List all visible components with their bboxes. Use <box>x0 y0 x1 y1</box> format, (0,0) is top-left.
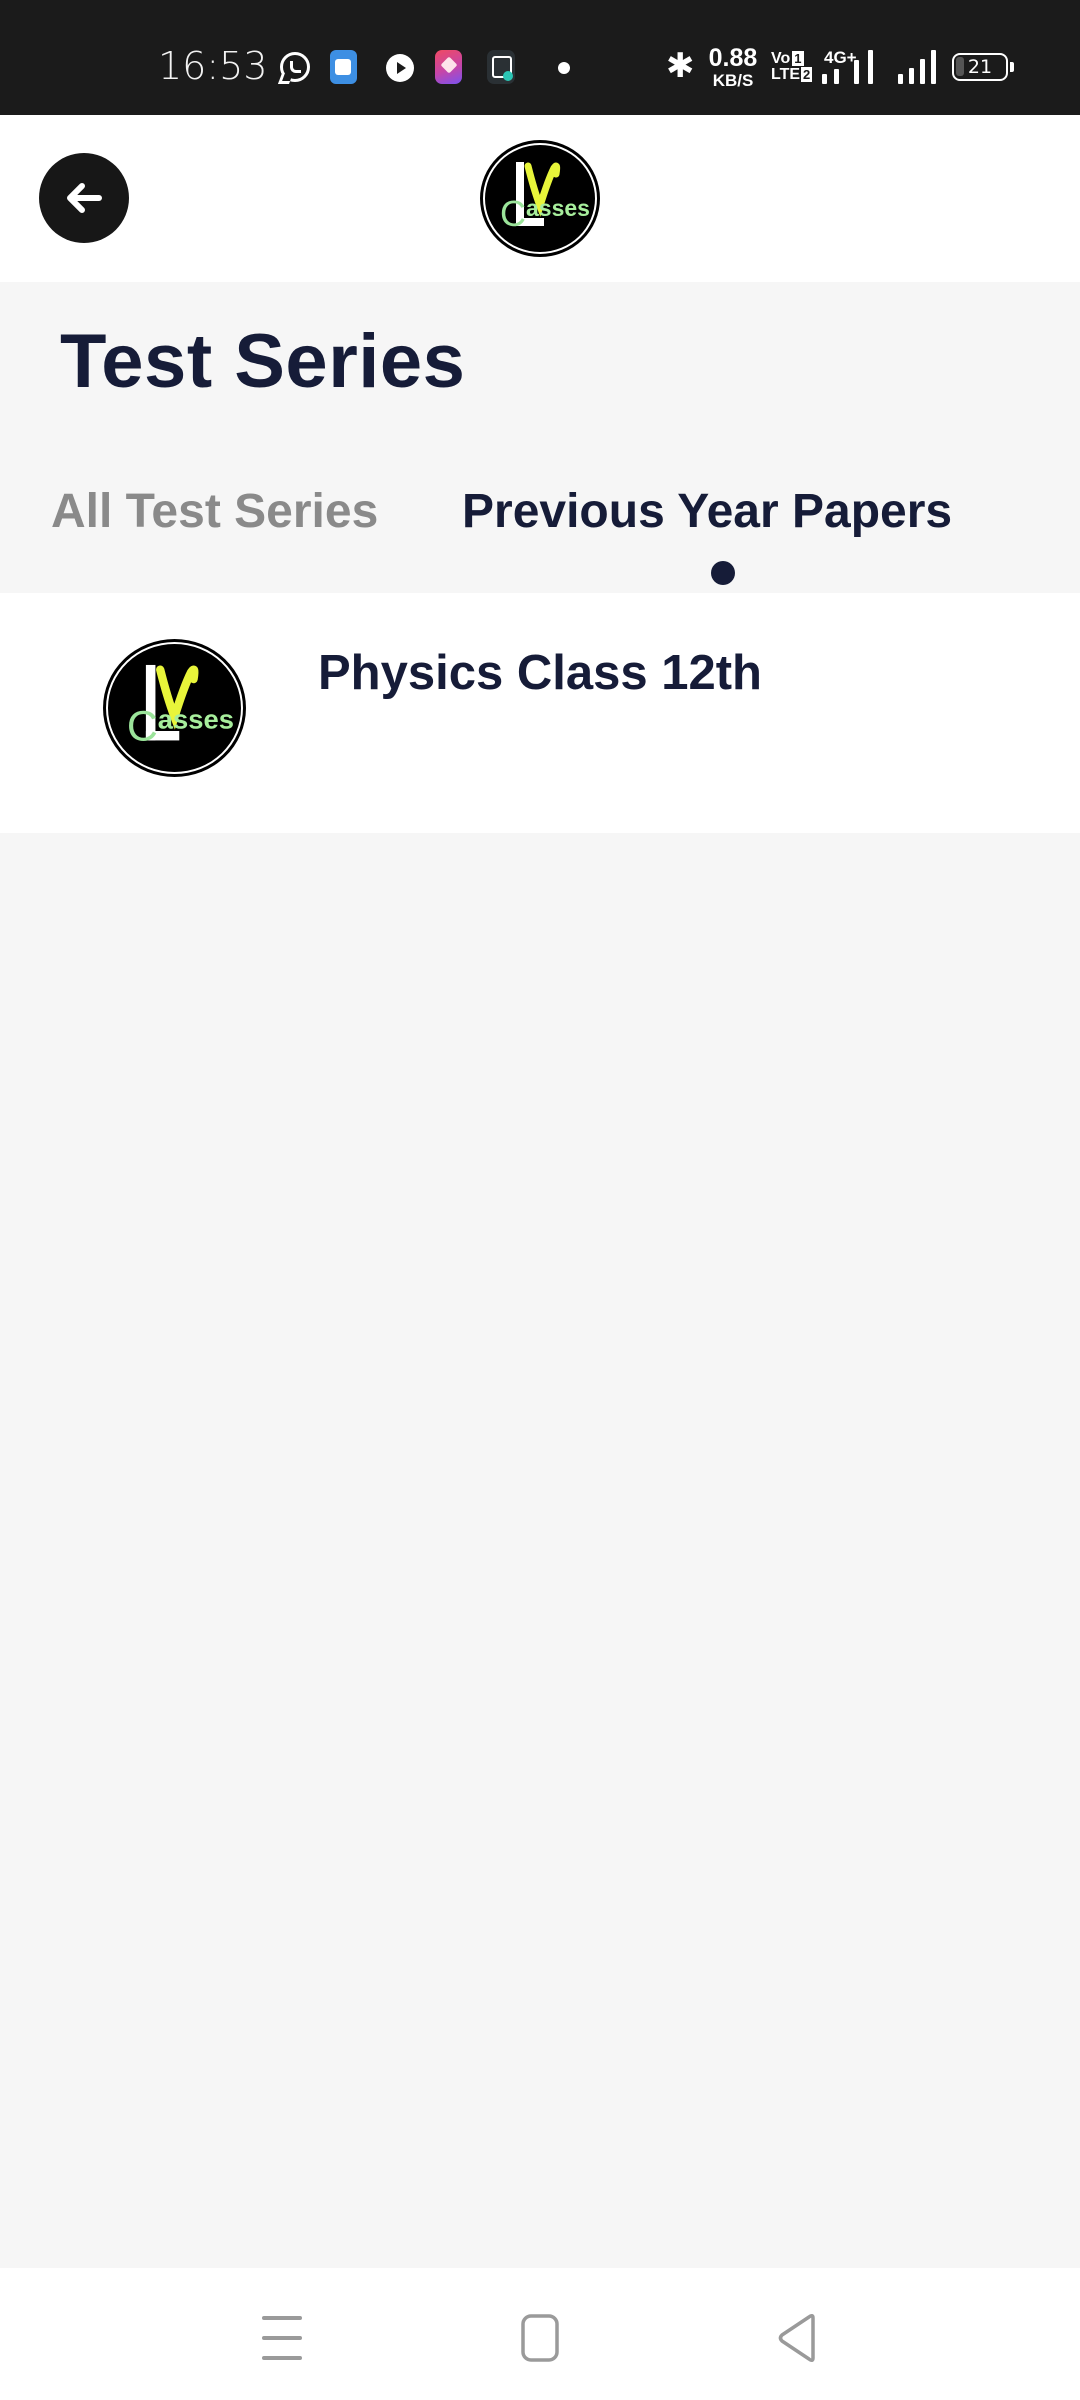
tab-previous-year-papers[interactable]: Previous Year Papers <box>462 484 952 539</box>
back-button[interactable] <box>39 153 129 243</box>
series-list-item[interactable]: C asses Physics Class 12th <box>0 593 1080 833</box>
signal-bar <box>920 59 925 84</box>
bluetooth-icon: ✱ <box>666 46 695 86</box>
triangle-back-icon <box>778 2313 815 2363</box>
battery-level: 21 <box>967 56 993 78</box>
system-nav-bar <box>0 2268 1080 2400</box>
logo-c: C <box>127 703 158 751</box>
active-tab-indicator <box>711 561 735 585</box>
signal-icon <box>896 48 938 84</box>
logo-mark: C asses <box>127 664 234 751</box>
battery-icon: 21 <box>952 53 1014 81</box>
jiosaavn-icon <box>487 50 515 84</box>
series-title: Physics Class 12th <box>318 646 762 700</box>
volte-line2: LTE <box>771 66 801 83</box>
more-notifications-dot-icon <box>558 62 570 74</box>
pinned-app-icon <box>435 50 462 84</box>
series-logo: C asses <box>103 639 246 777</box>
status-time: 16:53 <box>158 44 268 88</box>
volte-icon: Vo 1 LTE 2 <box>771 50 813 83</box>
system-back-button[interactable] <box>768 2308 828 2368</box>
logo-asses: asses <box>158 704 234 735</box>
network-speed-unit: KB/S <box>712 71 754 90</box>
arrow-left-icon <box>67 183 102 213</box>
recents-button[interactable] <box>252 2308 312 2368</box>
network-speed-value: 0.88 <box>708 44 758 72</box>
signal-bar <box>822 74 827 84</box>
network-type: 4G+ <box>824 48 857 67</box>
app-header: C asses <box>0 115 1080 282</box>
signal-bar <box>834 69 839 84</box>
volte-line1: Vo <box>771 50 791 67</box>
menu-lines-icon <box>262 2316 302 2360</box>
logo-mark: C asses <box>500 162 590 234</box>
logo-c: C <box>500 193 526 234</box>
app-logo: C asses <box>480 140 600 257</box>
square-icon <box>521 2314 559 2362</box>
whatsapp-icon <box>280 52 310 82</box>
title-section: Test Series All Test Series Previous Yea… <box>0 282 1080 593</box>
tab-all-test-series[interactable]: All Test Series <box>51 484 378 539</box>
signal-bar <box>931 50 936 84</box>
home-button[interactable] <box>510 2308 570 2368</box>
signal-4g-icon: 4G+ <box>820 48 882 84</box>
network-speed: 0.88 KB/S <box>705 44 761 90</box>
page-title: Test Series <box>60 319 466 404</box>
play-icon <box>386 54 414 82</box>
signal-bar <box>898 74 903 84</box>
sim1-badge: 1 <box>792 51 804 66</box>
sim2-badge: 2 <box>801 67 813 82</box>
signal-bar <box>868 50 873 84</box>
messages-icon <box>330 50 357 84</box>
signal-bar <box>854 60 859 84</box>
logo-asses: asses <box>526 195 590 221</box>
signal-bar <box>909 68 914 84</box>
status-bar: 16:53 ✱ 0.88 KB/S Vo 1 LTE 2 4G+ 21 <box>0 0 1080 115</box>
